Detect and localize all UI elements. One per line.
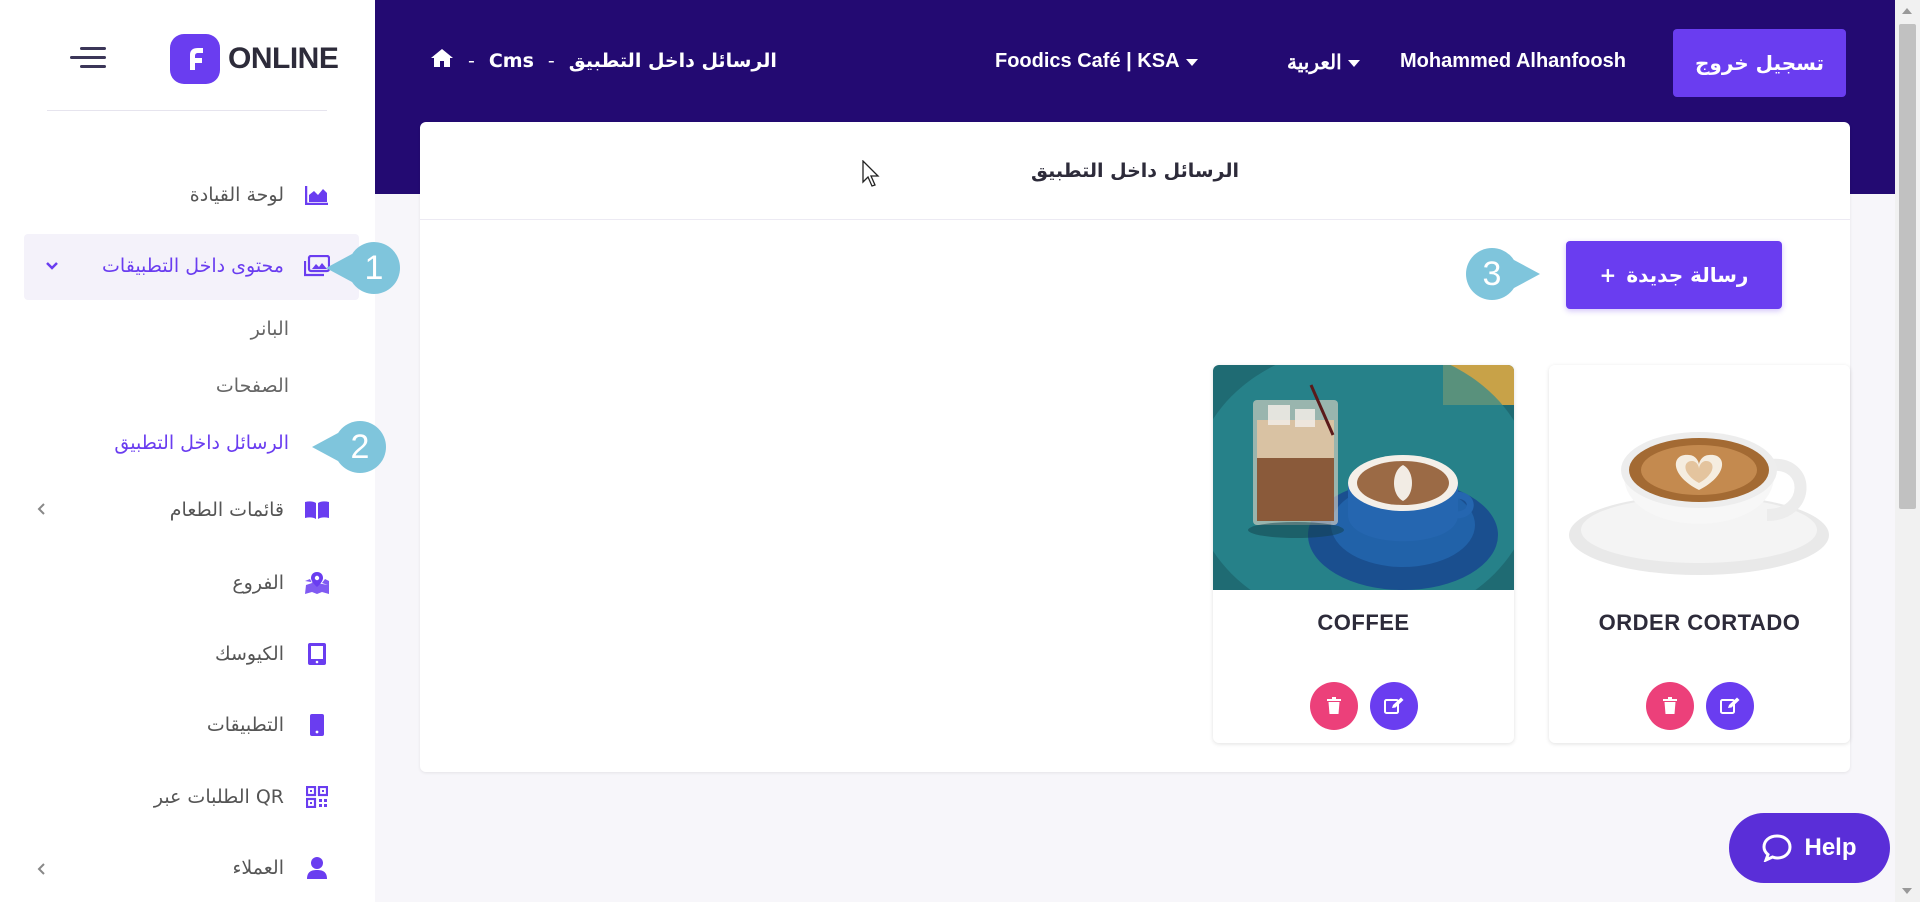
card-header: الرسائل داخل التطبيق [420, 122, 1850, 220]
sidebar-item-customers[interactable]: العملاء [233, 855, 331, 881]
plus-icon: + [1599, 263, 1617, 287]
edit-button[interactable] [1705, 682, 1754, 730]
message-card[interactable]: ORDER CORTADO [1549, 365, 1850, 743]
breadcrumb-current: الرسائل داخل التطبيق [568, 49, 777, 72]
breadcrumb-section[interactable]: Cms [489, 50, 534, 72]
sidebar-item-kiosk[interactable]: الكيوسك [215, 641, 330, 667]
user-name[interactable]: Mohammed Alhanfoosh [1400, 50, 1626, 73]
menu-toggle-icon[interactable] [70, 47, 106, 73]
sidebar-item-label: محتوى داخل التطبيقات [102, 255, 284, 277]
mouse-cursor-icon [862, 160, 880, 187]
sidebar-item-branches[interactable]: الفروع [232, 570, 330, 596]
chevron-down-icon[interactable] [45, 256, 59, 275]
sidebar-subitem-in-app-messages[interactable]: الرسائل داخل التطبيق [114, 432, 289, 454]
message-image [1549, 365, 1850, 590]
caret-down-icon [1185, 59, 1198, 66]
chevron-left-icon[interactable] [36, 501, 46, 520]
message-image [1213, 365, 1514, 625]
book-open-icon [304, 497, 330, 523]
sidebar: ONLINE لوحة القيادة محتوى داخل التطبيقات… [0, 0, 400, 902]
sidebar-item-label: العملاء [232, 857, 285, 879]
sidebar-item-in-app-content[interactable]: محتوى داخل التطبيقات [102, 253, 330, 279]
language-dropdown[interactable]: العربية [1287, 50, 1360, 75]
tablet-icon [304, 641, 330, 667]
edit-icon [1719, 697, 1739, 714]
map-marked-icon [304, 570, 330, 596]
breadcrumb: - Cms - الرسائل داخل التطبيق [430, 48, 777, 73]
sidebar-divider [47, 110, 327, 111]
sidebar-item-apps[interactable]: التطبيقات [207, 712, 330, 738]
brand-logo[interactable]: ONLINE [170, 34, 339, 84]
breadcrumb-separator: - [468, 49, 475, 72]
page-scrollbar[interactable] [1895, 0, 1920, 902]
logout-button[interactable]: تسجيل خروج [1673, 29, 1846, 97]
scroll-thumb[interactable] [1899, 24, 1916, 509]
sidebar-item-menus[interactable]: قائمات الطعام [170, 497, 330, 523]
logo-icon [170, 34, 220, 84]
message-actions [1213, 682, 1514, 730]
sidebar-item-qr-orders[interactable]: الطلبات عبر QR [154, 784, 330, 810]
chat-bubble-icon [1762, 834, 1792, 862]
language-label: العربية [1287, 52, 1342, 74]
callout-step-2: 2 [312, 421, 386, 473]
trash-icon [1326, 697, 1341, 714]
sidebar-item-label: لوحة القيادة [189, 184, 284, 206]
callout-step-1: 1 [326, 242, 400, 294]
sidebar-item-label: التطبيقات [206, 714, 284, 736]
main-card: الرسائل داخل التطبيق + رسالة جديدة 3 COF… [420, 122, 1850, 772]
edit-icon [1383, 697, 1403, 714]
sidebar-item-label: الطلبات عبر QR [153, 786, 284, 808]
business-name: Foodics Café | KSA [995, 50, 1180, 72]
logo-text: ONLINE [228, 42, 339, 75]
scroll-down-icon[interactable] [1902, 888, 1912, 894]
message-actions [1549, 682, 1850, 730]
sidebar-item-label: قائمات الطعام [169, 499, 284, 521]
scroll-up-icon[interactable] [1902, 8, 1912, 14]
home-icon[interactable] [430, 48, 454, 73]
user-icon [304, 855, 330, 881]
delete-button[interactable] [1645, 682, 1694, 730]
edit-button[interactable] [1369, 682, 1418, 730]
message-card[interactable]: COFFEE [1213, 365, 1514, 743]
breadcrumb-separator: - [547, 49, 555, 72]
help-button[interactable]: Help [1729, 813, 1890, 883]
sidebar-subitem-pages[interactable]: الصفحات [216, 375, 289, 397]
new-message-label: رسالة جديدة [1626, 263, 1749, 287]
trash-icon [1662, 697, 1677, 714]
delete-button[interactable] [1309, 682, 1358, 730]
sidebar-item-dashboard[interactable]: لوحة القيادة [190, 182, 330, 208]
page-title: الرسائل داخل التطبيق [1030, 159, 1240, 182]
chart-area-icon [304, 182, 330, 208]
sidebar-item-label: الكيوسك [214, 643, 284, 665]
sidebar-item-label: الفروع [232, 572, 284, 594]
message-title: COFFEE [1317, 610, 1410, 635]
caret-down-icon [1347, 60, 1360, 67]
qrcode-icon [304, 784, 330, 810]
message-title: ORDER CORTADO [1598, 610, 1801, 635]
sidebar-subitem-banner[interactable]: البانر [251, 318, 289, 340]
new-message-button[interactable]: + رسالة جديدة [1566, 241, 1782, 309]
business-dropdown[interactable]: Foodics Café | KSA [995, 50, 1198, 73]
help-label: Help [1804, 834, 1857, 861]
mobile-icon [304, 712, 330, 738]
callout-step-3: 3 [1466, 248, 1540, 300]
chevron-left-icon[interactable] [36, 861, 46, 880]
